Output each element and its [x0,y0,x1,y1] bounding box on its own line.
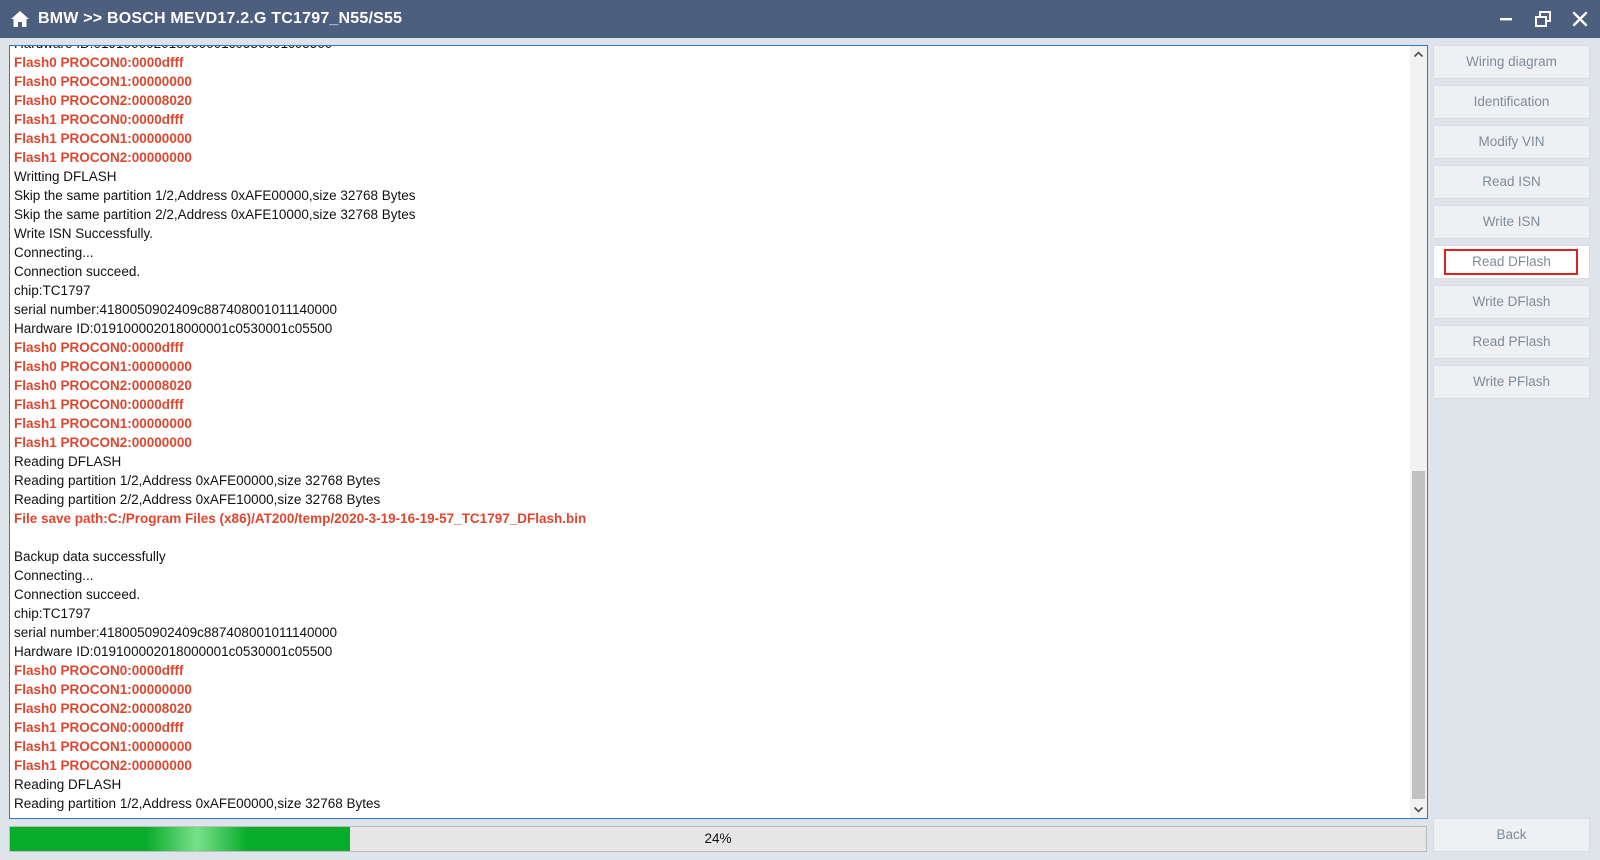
progress-percent: 24% [704,831,732,846]
sidebar-item-label: Identification [1473,94,1550,109]
log-line: Skip the same partition 2/2,Address 0xAF… [14,207,416,222]
log-line: Reading DFLASH [14,777,122,792]
restore-icon[interactable] [1533,9,1553,29]
log-line: Reading partition 1/2,Address 0xAFE00000… [14,473,381,488]
log-line: Skip the same partition 1/2,Address 0xAF… [14,188,416,203]
log-line: Flash0 PROCON1:00000000 [14,359,192,374]
log-line: Connection succeed. [14,264,141,279]
log-line: Reading partition 1/2,Address 0xAFE00000… [14,796,381,811]
sidebar-item-label: Write DFlash [1472,294,1551,309]
log-line: Flash0 PROCON2:00008020 [14,701,192,716]
log-line: Flash0 PROCON1:00000000 [14,74,192,89]
log-panel[interactable]: Hardware ID:019100002018000001c0530001c0… [9,45,1428,819]
sidebar-item-label: Write ISN [1482,214,1541,229]
title-bar: BMW >> BOSCH MEVD17.2.G TC1797_N55/S55 [0,0,1600,38]
sidebar-item-label: Read PFlash [1472,334,1551,349]
log-line: Flash0 PROCON2:00008020 [14,378,192,393]
log-line: Connection succeed. [14,587,141,602]
log-line: serial number:4180050902409c887408001011… [14,302,338,317]
write-isn-button[interactable]: Write ISN [1433,205,1590,239]
write-dflash-button[interactable]: Write DFlash [1433,285,1590,319]
sidebar-item-label: Modify VIN [1478,134,1545,149]
log-line: Flash0 PROCON2:00008020 [14,93,192,108]
log-line: chip:TC1797 [14,283,91,298]
modify-vin-button[interactable]: Modify VIN [1433,125,1590,159]
sidebar-item-label: Read DFlash [1472,254,1551,269]
write-pflash-button[interactable]: Write PFlash [1433,365,1590,399]
minimize-icon[interactable] [1496,9,1516,29]
log-line: Flash1 PROCON0:0000dfff [14,112,184,127]
read-dflash-button[interactable]: Read DFlash [1433,245,1590,279]
sidebar-item-label: Read ISN [1482,174,1541,189]
log-line: serial number:4180050902409c887408001011… [14,625,338,640]
progress-bar: 24% [9,826,1427,852]
sidebar-item-label: Write PFlash [1472,374,1551,389]
log-line: Flash1 PROCON0:0000dfff [14,720,184,735]
log-line: Flash1 PROCON0:0000dfff [14,397,184,412]
scroll-up-icon[interactable] [1410,46,1427,63]
log-line: Flash1 PROCON2:00000000 [14,150,192,165]
scroll-thumb[interactable] [1412,471,1425,799]
log-line: Flash1 PROCON1:00000000 [14,739,192,754]
log-line: Connecting... [14,245,94,260]
log-line: File save path:C:/Program Files (x86)/AT… [14,511,587,526]
read-isn-button[interactable]: Read ISN [1433,165,1590,199]
log-line: Flash1 PROCON1:00000000 [14,131,192,146]
vertical-scrollbar[interactable] [1410,46,1427,818]
log-line: Connecting... [14,568,94,583]
log-line: Backup data successfully [14,549,166,564]
log-line: Flash1 PROCON1:00000000 [14,416,192,431]
log-line: Flash0 PROCON0:0000dfff [14,663,184,678]
function-sidebar: Wiring diagram Identification Modify VIN Re… [1433,45,1590,405]
log-content: Hardware ID:019100002018000001c0530001c0… [14,46,1404,813]
app-window: BMW >> BOSCH MEVD17.2.G TC1797_N55/S55 H… [0,0,1600,860]
log-line: Reading partition 2/2,Address 0xAFE10000… [14,492,381,507]
log-line: Flash0 PROCON1:00000000 [14,682,192,697]
log-line: Writting DFLASH [14,169,117,184]
log-line: Reading DFLASH [14,454,122,469]
identification-button[interactable]: Identification [1433,85,1590,119]
log-line: chip:TC1797 [14,606,91,621]
log-line: Hardware ID:019100002018000001c0530001c0… [14,46,1404,53]
read-pflash-button[interactable]: Read PFlash [1433,325,1590,359]
home-icon[interactable] [10,10,30,28]
log-line: Write ISN Successfully. [14,226,154,241]
window-title: BMW >> BOSCH MEVD17.2.G TC1797_N55/S55 [38,10,403,27]
scroll-down-icon[interactable] [1410,801,1427,818]
log-line: Hardware ID:019100002018000001c0530001c0… [14,321,333,336]
close-icon[interactable] [1570,9,1590,29]
log-line: Flash1 PROCON2:00000000 [14,758,192,773]
log-line: Flash0 PROCON0:0000dfff [14,55,184,70]
wiring-diagram-button[interactable]: Wiring diagram [1433,45,1590,79]
sidebar-item-label: Wiring diagram [1466,54,1557,69]
log-line: Flash0 PROCON0:0000dfff [14,340,184,355]
log-line: Flash1 PROCON2:00000000 [14,435,192,450]
log-line: Hardware ID:019100002018000001c0530001c0… [14,644,333,659]
back-button[interactable]: Back [1433,818,1590,852]
